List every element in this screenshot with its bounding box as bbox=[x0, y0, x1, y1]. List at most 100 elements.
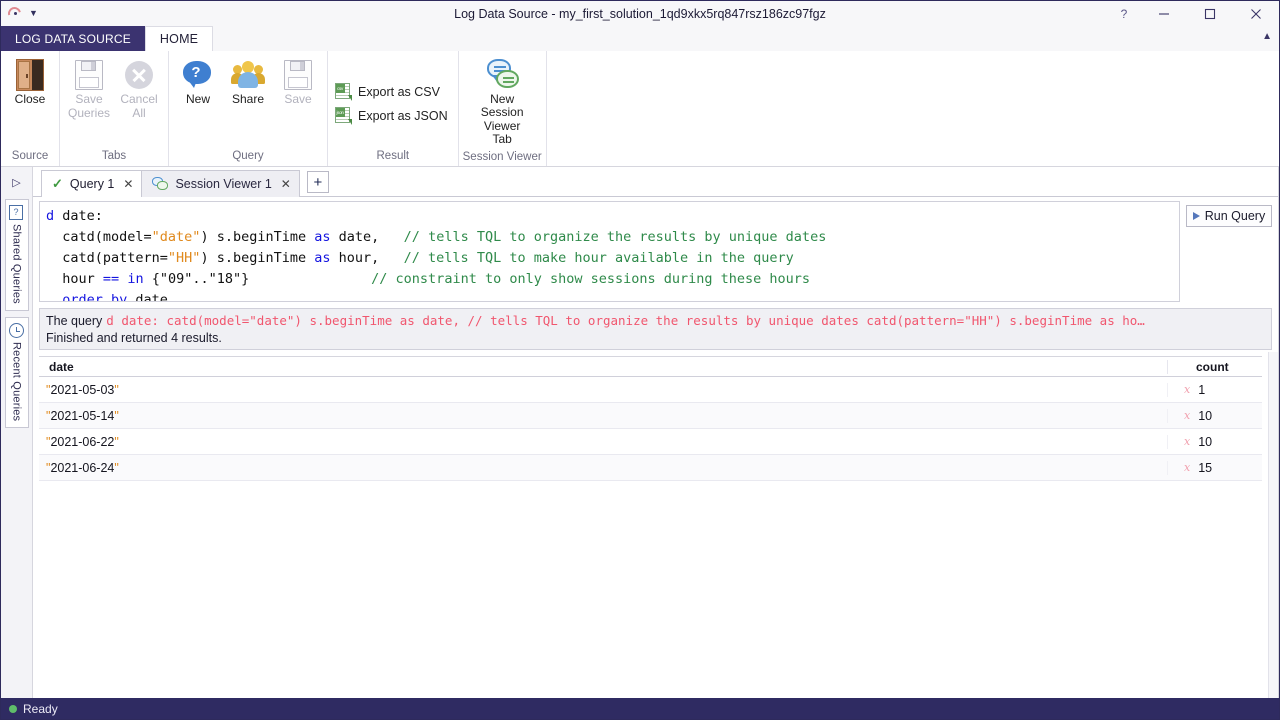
save-query-button[interactable]: Save bbox=[273, 55, 323, 109]
maximize-icon bbox=[1204, 8, 1216, 19]
count-value: 10 bbox=[1198, 434, 1213, 449]
run-query-column: Run Query bbox=[1180, 201, 1272, 227]
cancel-all-button[interactable]: Cancel All bbox=[114, 55, 164, 123]
minimize-button[interactable] bbox=[1141, 1, 1187, 26]
sidebar-item-label: Recent Queries bbox=[10, 341, 23, 422]
sidebar-item-shared-queries[interactable]: Shared Queries bbox=[4, 199, 29, 311]
status-bar: Ready bbox=[1, 698, 1279, 719]
run-query-label: Run Query bbox=[1204, 209, 1266, 223]
help-button[interactable]: ? bbox=[1107, 1, 1141, 26]
table-row[interactable]: "2021-06-24" x 15 bbox=[39, 455, 1262, 481]
save-queries-button[interactable]: Save Queries bbox=[64, 55, 114, 123]
shared-queries-icon bbox=[9, 205, 24, 220]
editor-token: hour, bbox=[330, 250, 380, 266]
export-as-csv-button[interactable]: csv Export as CSV bbox=[332, 80, 446, 104]
fx-icon: x bbox=[1184, 383, 1191, 396]
new-session-viewer-label-1: New Session bbox=[480, 92, 524, 119]
ribbon-group-result: csv Export as CSV json Export as JSON Re… bbox=[328, 51, 459, 166]
editor-token: as bbox=[314, 229, 331, 245]
close-button[interactable] bbox=[1233, 1, 1279, 26]
maximize-button[interactable] bbox=[1187, 1, 1233, 26]
close-button-label: Close bbox=[14, 92, 46, 106]
cell-date: "2021-06-22" bbox=[46, 434, 119, 449]
editor-token: ) s.beginTime bbox=[200, 250, 315, 266]
window-title: Log Data Source - my_first_solution_1qd9… bbox=[454, 6, 826, 21]
close-icon[interactable]: ✕ bbox=[281, 177, 291, 191]
checkmark-icon: ✓ bbox=[52, 176, 63, 191]
fx-icon: x bbox=[1184, 461, 1191, 474]
editor-token: catd(pattern= bbox=[46, 250, 168, 266]
close-button-ribbon[interactable]: Close bbox=[5, 55, 55, 109]
share-query-button[interactable]: Share bbox=[223, 55, 273, 109]
save-queries-label-1: Save bbox=[75, 92, 103, 106]
editor-token: // constraint to only show sessions duri… bbox=[249, 271, 811, 287]
cancel-circle-icon bbox=[125, 58, 153, 92]
results-table-body: "2021-05-03" x 1 "2021-05-14" x 10 "2021-06-22… bbox=[39, 377, 1262, 698]
editor-token: ) s.beginTime bbox=[200, 229, 315, 245]
clock-icon bbox=[9, 322, 24, 338]
editor-line: catd(model="date") s.beginTime as date, … bbox=[46, 227, 1173, 248]
sidebar-item-recent-queries[interactable]: Recent Queries bbox=[4, 316, 29, 429]
doc-tab-label: Session Viewer 1 bbox=[175, 177, 272, 191]
export-as-json-button[interactable]: json Export as JSON bbox=[332, 104, 454, 128]
doc-tab-query-1[interactable]: ✓ Query 1 ✕ bbox=[41, 170, 143, 197]
new-query-button[interactable]: ? New bbox=[173, 55, 223, 109]
minimize-icon bbox=[1159, 12, 1169, 15]
floppy-disk-icon bbox=[284, 58, 312, 92]
csv-document-icon: csv bbox=[334, 82, 352, 101]
editor-token: d bbox=[46, 208, 55, 224]
save-query-label: Save bbox=[284, 92, 312, 106]
sidebar-item-label: Shared Queries bbox=[10, 224, 23, 304]
door-icon bbox=[16, 58, 44, 92]
session-viewer-icon bbox=[483, 58, 521, 92]
editor-line: order by date bbox=[46, 290, 1173, 302]
new-session-viewer-tab-button[interactable]: New Session Viewer Tab bbox=[473, 55, 531, 149]
ribbon-group-label-tabs: Tabs bbox=[101, 150, 127, 162]
json-document-icon: json bbox=[334, 106, 352, 125]
doc-tab-session-viewer-1[interactable]: Session Viewer 1 ✕ bbox=[141, 170, 300, 197]
quick-access-toolbar: ▼ bbox=[1, 4, 38, 22]
query-editor[interactable]: d date: catd(model="date") s.beginTime a… bbox=[39, 201, 1180, 302]
count-value: 1 bbox=[1198, 382, 1206, 397]
ribbon-group-source: Close Source bbox=[1, 51, 60, 166]
ribbon-group-label-session-viewer: Session Viewer bbox=[462, 151, 542, 163]
chevron-down-icon[interactable]: ▼ bbox=[29, 9, 38, 18]
tab-log-data-source[interactable]: LOG DATA SOURCE bbox=[1, 26, 145, 51]
column-header-count[interactable]: count bbox=[1167, 359, 1262, 374]
ribbon-group-tabs: Save Queries Cancel All Tabs bbox=[60, 51, 169, 166]
new-session-viewer-label-2: Viewer Tab bbox=[483, 119, 521, 146]
caret-up-icon[interactable]: ▲ bbox=[1262, 31, 1272, 42]
editor-token: date: bbox=[54, 208, 103, 224]
editor-token: // tells TQL to make hour available in t… bbox=[379, 250, 794, 266]
new-tab-button[interactable]: + bbox=[306, 171, 329, 193]
left-dock-bar: ▷ Shared Queries Recent Queries bbox=[1, 167, 33, 698]
expand-pane-icon[interactable]: ▷ bbox=[12, 173, 20, 193]
results-table: date count "2021-05-03" x 1 "2021-05-14" x 10… bbox=[39, 356, 1262, 698]
cell-count: x 15 bbox=[1167, 460, 1262, 475]
count-value: 15 bbox=[1198, 460, 1213, 475]
tab-home[interactable]: HOME bbox=[144, 26, 214, 51]
count-value: 10 bbox=[1198, 408, 1213, 423]
main-body: ▷ Shared Queries Recent Queries ✓ Query … bbox=[1, 167, 1279, 698]
fx-icon: x bbox=[1184, 435, 1191, 448]
new-query-label: New bbox=[185, 92, 210, 106]
results-vertical-scrollbar[interactable] bbox=[1268, 352, 1278, 698]
content-pane: ✓ Query 1 ✕ Session Viewer 1 ✕ + d date:… bbox=[33, 167, 1279, 698]
editor-token: order by bbox=[62, 292, 128, 302]
status-prefix: The query bbox=[46, 314, 103, 328]
ribbon-group-label-query: Query bbox=[232, 150, 264, 162]
export-as-json-label: Export as JSON bbox=[358, 108, 448, 123]
column-header-date[interactable]: date bbox=[39, 360, 1167, 374]
share-query-label: Share bbox=[231, 92, 265, 106]
editor-line: d date: bbox=[46, 206, 1173, 227]
table-row[interactable]: "2021-06-22" x 10 bbox=[39, 429, 1262, 455]
cell-date: "2021-05-14" bbox=[46, 408, 119, 423]
app-logo-icon bbox=[5, 4, 24, 22]
close-icon[interactable]: ✕ bbox=[123, 177, 133, 191]
run-query-button[interactable]: Run Query bbox=[1186, 205, 1272, 227]
table-row[interactable]: "2021-05-14" x 10 bbox=[39, 403, 1262, 429]
table-row[interactable]: "2021-05-03" x 1 bbox=[39, 377, 1262, 403]
ribbon: ▲ Close Source Save Queries Cancel All T… bbox=[1, 31, 1279, 167]
ribbon-tab-strip: LOG DATA SOURCE HOME bbox=[1, 26, 1279, 51]
editor-token: date, bbox=[330, 229, 380, 245]
